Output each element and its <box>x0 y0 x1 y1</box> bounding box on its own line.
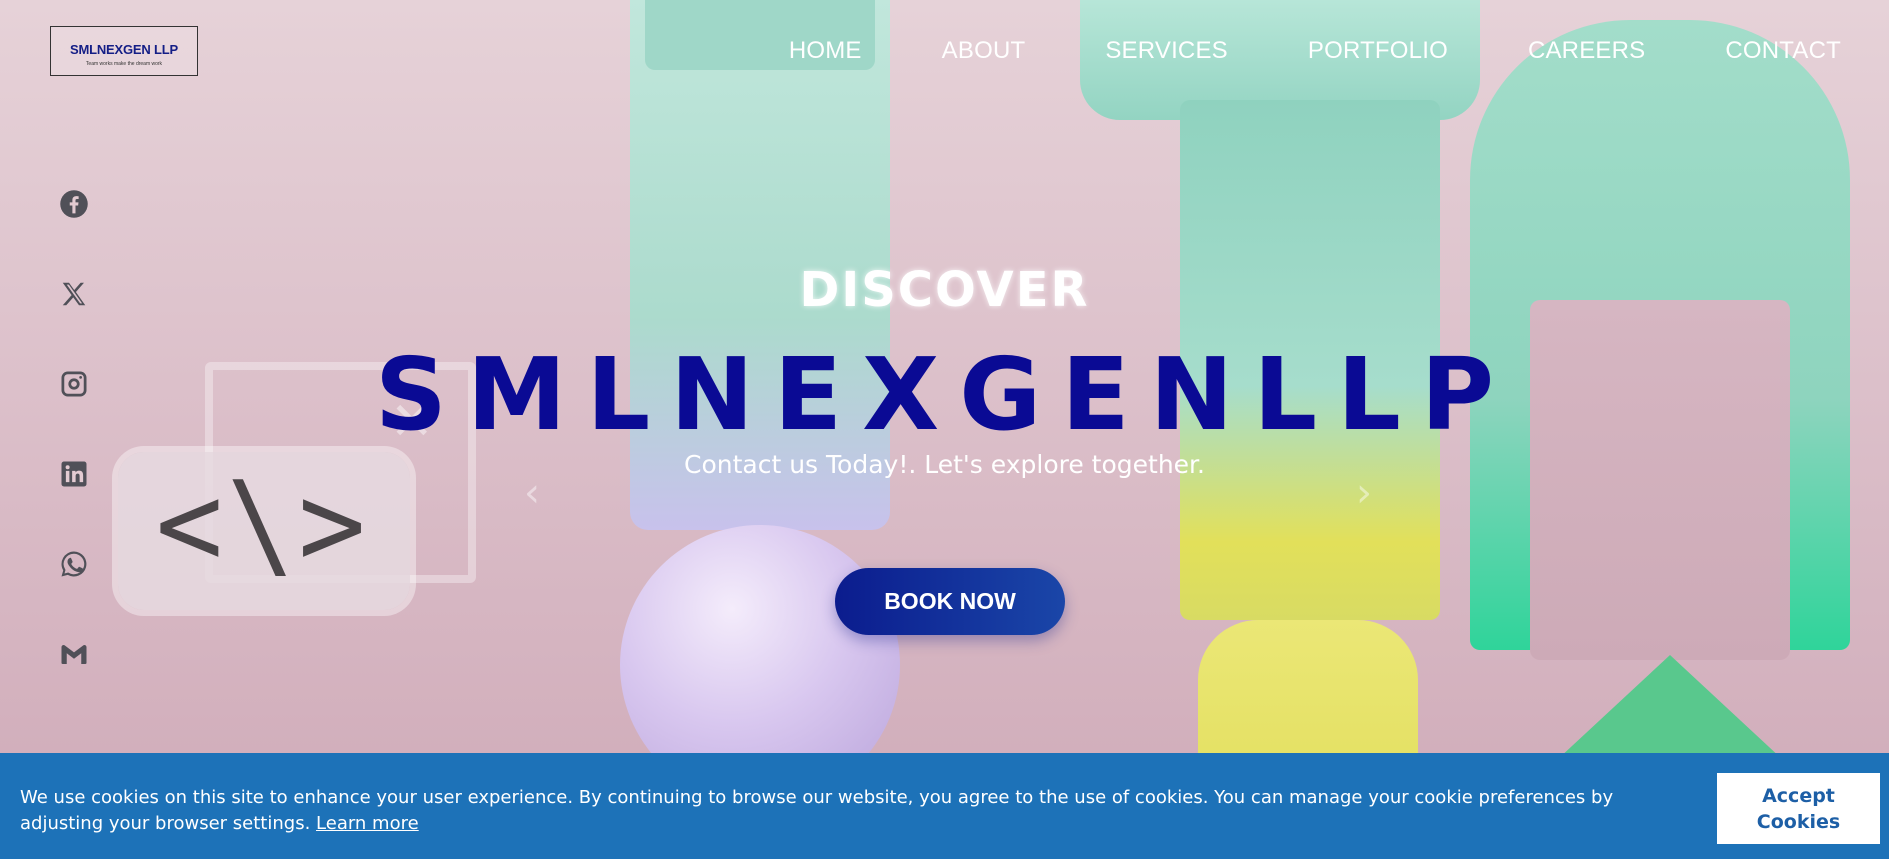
gmail-icon[interactable] <box>56 636 92 672</box>
main-nav: HOME ABOUT SERVICES PORTFOLIO CAREERS CO… <box>709 37 1841 65</box>
whatsapp-icon[interactable] <box>56 546 92 582</box>
logo-tagline: Team works make the dream work <box>85 61 163 67</box>
logo[interactable]: SMLNEXGEN LLP Team works make the dream … <box>50 26 198 76</box>
cookie-message-wrapper: We use cookies on this site to enhance y… <box>20 785 1700 837</box>
carousel-next-icon[interactable]: › <box>1356 470 1372 516</box>
hero-subtitle: Contact us Today!. Let's explore togethe… <box>684 450 1205 479</box>
nav-services[interactable]: SERVICES <box>1105 37 1228 65</box>
cookie-banner: We use cookies on this site to enhance y… <box>0 753 1889 859</box>
hero-title: SMLNEXGENLLP <box>374 336 1515 453</box>
nav-careers[interactable]: CAREERS <box>1528 37 1645 65</box>
accept-cookies-button[interactable]: Accept Cookies <box>1717 773 1880 844</box>
facebook-icon[interactable] <box>56 186 92 222</box>
book-now-button[interactable]: BOOK NOW <box>835 568 1065 635</box>
nav-home[interactable]: HOME <box>789 37 862 65</box>
nav-contact[interactable]: CONTACT <box>1725 37 1841 65</box>
carousel-prev-icon[interactable]: ‹ <box>524 470 540 516</box>
nav-portfolio[interactable]: PORTFOLIO <box>1308 37 1448 65</box>
learn-more-link[interactable]: Learn more <box>316 813 419 834</box>
nav-about[interactable]: ABOUT <box>942 37 1026 65</box>
cookie-message: We use cookies on this site to enhance y… <box>20 787 1614 834</box>
logo-text: SMLNEXGEN LLP <box>70 42 178 57</box>
hero-eyebrow: DISCOVER <box>799 262 1090 318</box>
